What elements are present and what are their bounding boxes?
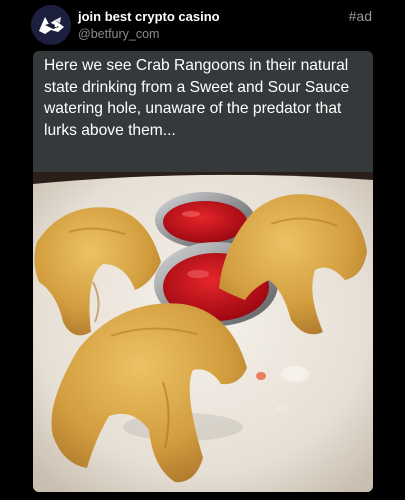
account-name[interactable]: join best crypto casino (78, 9, 220, 24)
ad-label: #ad (348, 8, 372, 24)
post-caption: Here we see Crab Rangoons in their natur… (44, 57, 350, 139)
post-photo[interactable] (33, 172, 373, 492)
crab-rangoon-photo (33, 172, 373, 492)
caption-bubble: Here we see Crab Rangoons in their natur… (33, 51, 373, 173)
post-header: join best crypto casino @betfury_com #ad (0, 0, 405, 48)
fox-logo-icon (31, 5, 71, 45)
account-handle[interactable]: @betfury_com (78, 27, 159, 41)
avatar[interactable] (31, 5, 71, 45)
